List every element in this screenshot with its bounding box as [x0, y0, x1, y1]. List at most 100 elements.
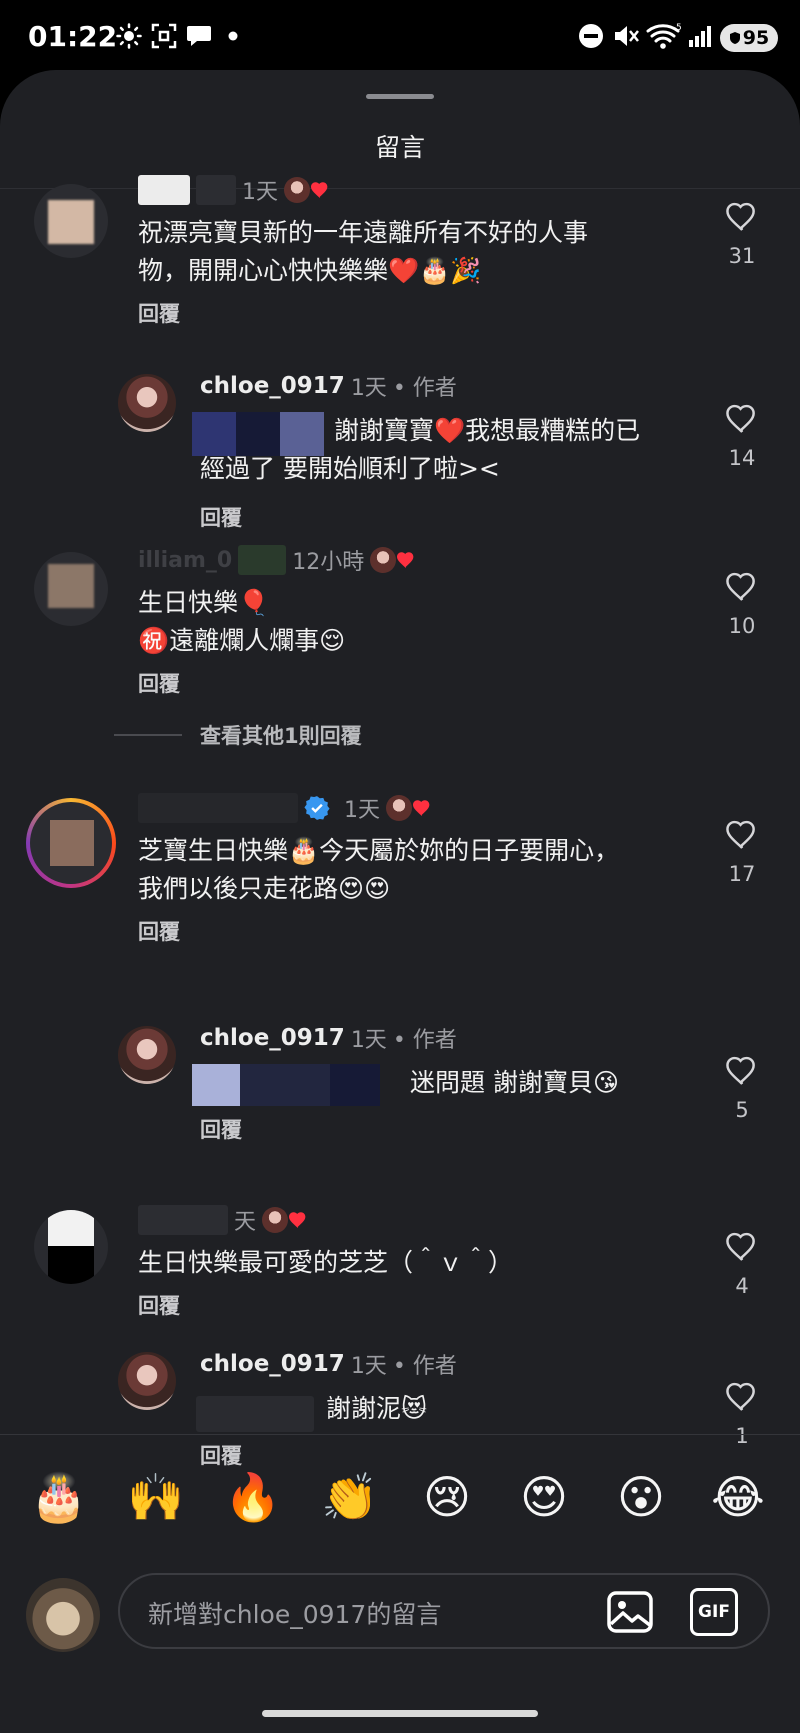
comment-meta: chloe_0917 1天 • 作者: [200, 1022, 457, 1054]
comment-text: 生日快樂最可愛的芝芝（＾ｖ＾）: [138, 1248, 514, 1277]
screen-capture-icon: [151, 22, 177, 50]
emoji-surprised[interactable]: 😮: [612, 1468, 670, 1526]
like-count: 14: [728, 446, 756, 470]
like-count: 1: [735, 1424, 749, 1448]
creator-liked-badge: [370, 547, 416, 573]
reply-button[interactable]: 回覆: [138, 1290, 180, 1320]
avatar[interactable]: [118, 1352, 176, 1410]
emoji-bar-divider: [0, 1434, 800, 1435]
avatar[interactable]: [118, 1026, 176, 1084]
reply-button[interactable]: 回覆: [138, 668, 180, 698]
battery-level: 95: [742, 27, 770, 49]
heart-outline-icon: [726, 1382, 755, 1411]
comment-time: 1天: [350, 1354, 387, 1379]
comment-text: 謝謝泥😻: [326, 1394, 428, 1423]
comment-username[interactable]: chloe_0917: [200, 1025, 345, 1051]
my-avatar: [26, 1578, 100, 1652]
view-more-replies-label: 查看其他1則回覆: [200, 724, 362, 748]
comment-username[interactable]: chloe_0917: [200, 373, 345, 399]
shield-icon: [729, 32, 740, 44]
redacted-username: [138, 175, 190, 205]
emoji-crying[interactable]: 😢: [418, 1468, 476, 1526]
divider-line: [114, 734, 182, 736]
creator-liked-badge: [284, 177, 330, 203]
like-button[interactable]: 1: [712, 1380, 772, 1448]
like-count: 5: [735, 1098, 749, 1122]
like-button[interactable]: 10: [712, 570, 772, 638]
author-tag: • 作者: [392, 376, 457, 401]
drag-handle[interactable]: [366, 94, 434, 99]
like-button[interactable]: 4: [712, 1230, 772, 1298]
heart-outline-icon: [726, 202, 755, 231]
comment-meta: illiam_0 12小時: [138, 544, 416, 576]
battery-indicator: 95: [720, 24, 778, 52]
comment-time: 天: [234, 1210, 257, 1235]
svg-text:5: 5: [676, 23, 682, 33]
comment-time: 1天: [350, 1028, 387, 1053]
comment-meta: 1天: [138, 792, 432, 824]
emoji-laughing[interactable]: 😂: [709, 1468, 767, 1526]
chat-bubble-icon: [185, 22, 213, 50]
author-tag: • 作者: [392, 1354, 457, 1379]
comment-text: 謝謝寶寶❤️我想最糟糕的已 經過了 要開始順利了啦><: [200, 416, 641, 483]
avatar[interactable]: [34, 184, 108, 258]
status-bar: 01:22 5 95: [0, 0, 800, 72]
avatar[interactable]: [34, 552, 108, 626]
wifi-icon: 5: [646, 22, 682, 50]
heart-outline-icon: [726, 1232, 755, 1261]
comment-username[interactable]: chloe_0917: [200, 1351, 345, 1377]
comment-input-placeholder: 新增對chloe_0917的留言: [148, 1600, 442, 1629]
emoji-clapping[interactable]: 👏: [321, 1468, 379, 1526]
comment-text: 迷問題 謝謝寶貝😘: [410, 1068, 620, 1097]
dot-icon: [228, 22, 238, 50]
heart-outline-icon: [726, 1056, 755, 1085]
like-button[interactable]: 5: [712, 1054, 772, 1122]
header-divider: [0, 188, 800, 189]
mute-icon: [612, 22, 640, 50]
emoji-birthday-cake[interactable]: 🎂: [30, 1468, 88, 1526]
redacted-username: [196, 175, 236, 205]
heart-outline-icon: [726, 404, 755, 433]
comment-text: 芝寶生日快樂🎂今天屬於妳的日子要開心， 我們以後只走花路😍😍: [138, 836, 620, 903]
comment-time: 1天: [242, 180, 278, 205]
image-picker-button[interactable]: [606, 1588, 654, 1636]
avatar[interactable]: [118, 374, 176, 432]
signal-icon: [688, 22, 712, 50]
comment-meta: chloe_0917 1天 • 作者: [200, 1348, 457, 1380]
verified-badge-icon: [304, 796, 330, 820]
comment-time: 1天: [350, 376, 387, 401]
home-indicator[interactable]: [262, 1710, 538, 1717]
like-count: 31: [728, 244, 756, 268]
comment-input-row: 新增對chloe_0917的留言 GIF: [0, 1568, 800, 1668]
image-icon: [607, 1591, 653, 1633]
do-not-disturb-icon: [578, 22, 604, 50]
reply-button[interactable]: 回覆: [200, 1440, 242, 1470]
like-button[interactable]: 14: [712, 402, 772, 470]
avatar[interactable]: [34, 1210, 108, 1284]
reply-button[interactable]: 回覆: [138, 916, 180, 946]
like-count: 10: [728, 614, 756, 638]
view-more-replies[interactable]: 查看其他1則回覆: [114, 720, 362, 750]
reply-button[interactable]: 回覆: [138, 298, 180, 328]
comment-input[interactable]: 新增對chloe_0917的留言 GIF: [118, 1573, 770, 1649]
author-tag: • 作者: [392, 1028, 457, 1053]
story-ring-avatar[interactable]: [26, 798, 116, 888]
comment-text: 祝漂亮寶貝新的一年遠離所有不好的人事 物，開開心心快快樂樂❤️🎂🎉: [138, 218, 589, 285]
comment-meta: chloe_0917 1天 • 作者: [200, 370, 457, 402]
like-button[interactable]: 31: [712, 200, 772, 268]
reply-button[interactable]: 回覆: [200, 1114, 242, 1144]
emoji-heart-eyes[interactable]: 😍: [515, 1468, 573, 1526]
gif-button[interactable]: GIF: [690, 1588, 738, 1636]
redacted-username: illiam_0: [138, 547, 233, 573]
sheet-title: 留言: [374, 133, 425, 162]
like-button[interactable]: 17: [712, 818, 772, 886]
emoji-raised-hands[interactable]: 🙌: [127, 1468, 185, 1526]
brightness-icon: [116, 22, 142, 50]
reply-button[interactable]: 回覆: [200, 502, 242, 532]
comment-meta: 天: [138, 1204, 308, 1236]
comment-time: 1天: [344, 798, 380, 823]
comment-time: 12小時: [292, 550, 365, 575]
heart-outline-icon: [726, 572, 755, 601]
emoji-fire[interactable]: 🔥: [224, 1468, 282, 1526]
redacted-username: [138, 1205, 228, 1235]
